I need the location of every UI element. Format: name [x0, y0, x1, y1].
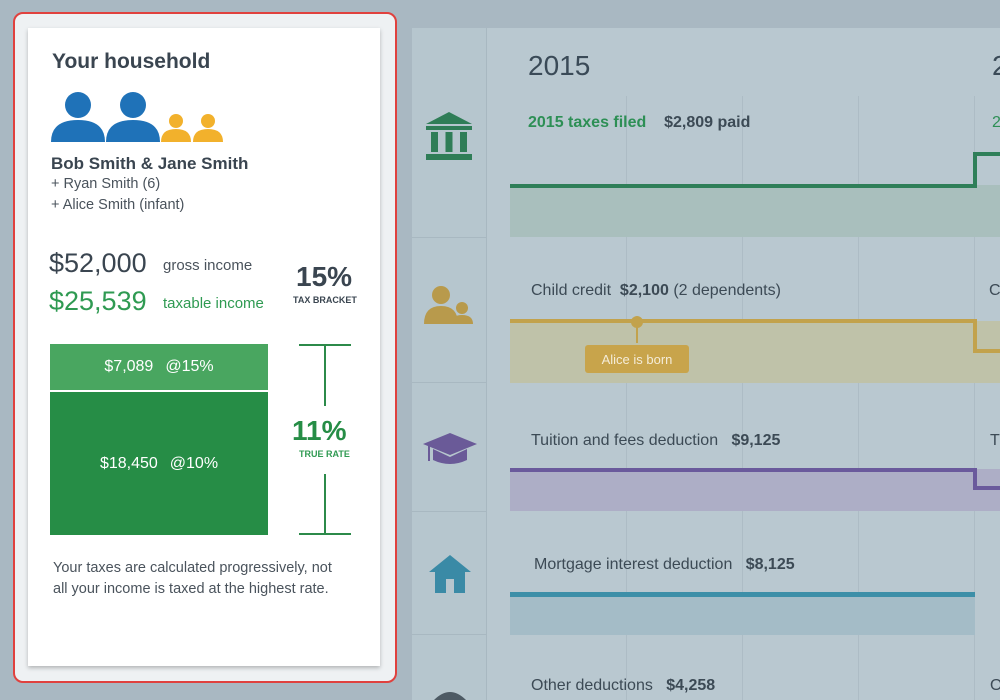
other-deductions-next: O: [990, 677, 1000, 694]
timeline-panel: 2015 2 2015 taxes filed $2,809 paid 2 Al…: [412, 28, 1000, 700]
mortgage-row: Mortgage interest deduction $8,125: [534, 556, 795, 574]
other-deductions-value: $4,258: [666, 677, 716, 694]
household-members: Bob Smith & Jane Smith + Ryan Smith (6) …: [51, 154, 248, 216]
year-heading-next: 2: [992, 50, 1000, 81]
child-credit-extra: (2 dependents): [673, 282, 781, 299]
row-divider: [412, 382, 487, 383]
household-card[interactable]: Your household Bob Smith & Jane Smith + …: [28, 28, 380, 666]
taxes-filed-next: 2: [992, 114, 1000, 131]
tax-bracket-label: TAX BRACKET: [293, 295, 357, 305]
tier-amount: $18,450: [99, 454, 158, 472]
row-divider: [412, 634, 487, 635]
tax-bracket-value: 15%: [296, 261, 353, 292]
true-rate-label: TRUE RATE: [299, 449, 350, 459]
progressive-tax-note: Your taxes are calculated progressively,…: [53, 560, 332, 597]
adult-icon: [106, 92, 160, 142]
tier-15-bar: $7,089 @15%: [50, 344, 268, 390]
adult-icon: [51, 92, 105, 142]
child-icon: [193, 114, 223, 142]
tuition-line: [510, 468, 1000, 490]
mortgage-value: $8,125: [745, 556, 795, 573]
mortgage-line: [510, 592, 975, 597]
other-deductions-label: Other deductions: [531, 677, 653, 694]
tier-rate: @15%: [165, 358, 214, 375]
child-credit-value: $2,100: [619, 282, 669, 299]
mortgage-label: Mortgage interest deduction: [534, 556, 733, 573]
child-icon: [161, 114, 191, 142]
taxes-paid-value: $2,809 paid: [664, 114, 751, 131]
tier-amount: $7,089: [104, 358, 154, 375]
tuition-value: $9,125: [731, 432, 781, 449]
gross-income-value: $52,000: [49, 248, 147, 278]
child-credit-row: Child credit $2,100 (2 dependents): [531, 282, 781, 300]
bank-icon: [426, 112, 472, 160]
gross-income-label: gross income: [163, 257, 253, 274]
event-tooltip-alice-born[interactable]: Alice is born: [585, 345, 689, 373]
row-divider: [412, 237, 487, 238]
tier-10-bar: $18,450 @10%: [50, 392, 268, 535]
true-rate-value: 11%: [292, 415, 347, 446]
child-credit-next: C: [989, 282, 1000, 299]
tuition-next: T: [990, 432, 1000, 449]
taxes-band: [510, 185, 1000, 237]
taxes-filed-label: 2015 taxes filed: [528, 114, 647, 131]
dependent-name: + Alice Smith (infant): [51, 197, 185, 213]
tuition-label: Tuition and fees deduction: [531, 432, 719, 449]
tuition-row: Tuition and fees deduction $9,125: [531, 432, 780, 450]
tier-rate: @10%: [169, 454, 219, 472]
family-icon: [424, 286, 473, 324]
primary-names: Bob Smith & Jane Smith: [51, 154, 249, 173]
taxes-filed-row: 2015 taxes filed $2,809 paid: [528, 114, 750, 132]
house-icon: [429, 555, 471, 593]
row-divider: [412, 511, 487, 512]
household-title: Your household: [52, 50, 211, 73]
year-heading: 2015: [528, 50, 591, 81]
taxable-income-value: $25,539: [49, 286, 147, 316]
circle-icon: [434, 692, 466, 700]
child-credit-line: [510, 316, 1000, 353]
category-icon-column: [412, 28, 487, 700]
dependent-name: + Ryan Smith (6): [51, 176, 161, 192]
taxes-line: [510, 152, 1000, 188]
taxable-income-label: taxable income: [163, 295, 264, 312]
other-deductions-row: Other deductions $4,258: [531, 677, 715, 695]
child-credit-label: Child credit: [531, 282, 612, 299]
mortgage-band: [510, 596, 975, 635]
graduation-cap-icon: [423, 433, 477, 464]
